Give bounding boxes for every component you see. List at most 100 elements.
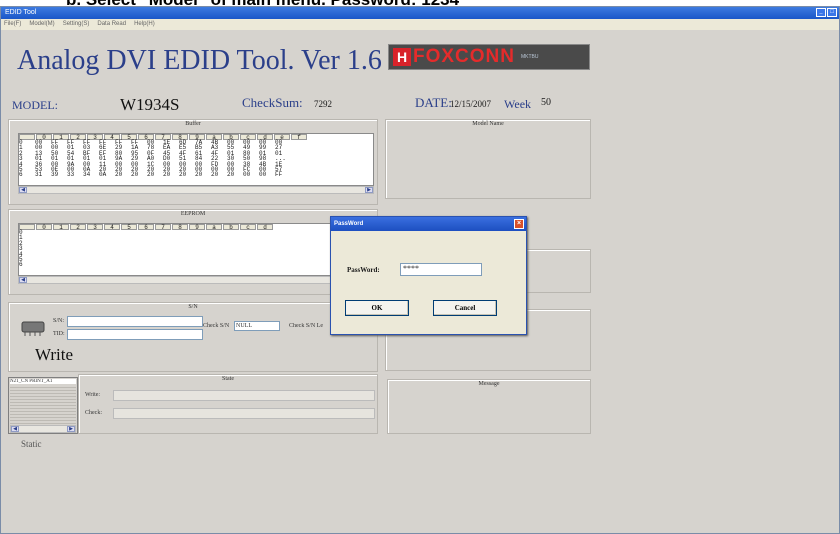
message-title: Message xyxy=(478,381,500,387)
eeprom-column-header: 7 xyxy=(155,224,171,231)
menu-bar: File(F) Model(M) Setting(S) Data Read He… xyxy=(1,19,839,30)
password-label: PassWord: xyxy=(347,266,380,274)
buffer-cell: 39 xyxy=(51,171,59,179)
buffer-title: Buffer xyxy=(185,121,201,127)
eeprom-column-header: 5 xyxy=(121,224,137,231)
menu-file[interactable]: File(F) xyxy=(4,19,21,30)
cancel-button[interactable]: Cancel xyxy=(433,300,497,316)
sn-group: S/N S/N: TID: Check S/N NULL Check S/N L… xyxy=(8,302,378,372)
buffer-row: 6 31 39 33 34 0A 20 20 20 20 20 20 20 20 00 00 FF xyxy=(19,171,373,179)
checksum-value: 7292 xyxy=(314,99,332,109)
maximize-icon[interactable]: □ xyxy=(827,8,837,17)
scroll-left-icon[interactable]: ◀ xyxy=(19,187,27,193)
buffer-group: Buffer 0 1 2 3 4 5 6 7 8 9 a b c d e f 0 00 FF FF FF FF FF FF 00… xyxy=(8,119,378,205)
buffer-cell: 20 xyxy=(211,171,219,179)
eeprom-column-header: b xyxy=(223,224,239,231)
eeprom-column-header: 6 xyxy=(138,224,154,231)
eeprom-column-header: d xyxy=(257,224,273,231)
sn-input[interactable] xyxy=(67,316,203,327)
eeprom-row: 6 xyxy=(19,261,373,269)
state-check-label: Check: xyxy=(85,410,102,416)
scroll-right-icon[interactable]: ▶ xyxy=(67,426,75,432)
app-window: EDID Tool _ □ File(F) Model(M) Setting(S… xyxy=(0,6,840,534)
eeprom-column-header: 0 xyxy=(36,224,52,231)
eeprom-group: EEPROM 0123456789abcd0123456 ◀ xyxy=(8,209,378,295)
buffer-cell: 31 xyxy=(35,171,43,179)
window-controls: _ □ xyxy=(816,8,837,18)
status-list-item[interactable]: N21_CN PRINT_A1 xyxy=(10,379,76,384)
eeprom-hscrollbar[interactable]: ◀ xyxy=(18,276,374,284)
eeprom-column-header: c xyxy=(240,224,256,231)
buffer-hscrollbar[interactable]: ◀ ▶ xyxy=(18,186,374,194)
dialog-titlebar: PassWord xyxy=(331,217,526,231)
app-title: Analog DVI EDID Tool. Ver 1.6 xyxy=(17,45,382,76)
close-icon[interactable]: × xyxy=(514,219,524,229)
dialog-title: PassWord xyxy=(334,221,364,227)
model-label: MODEL: xyxy=(12,98,58,112)
model-name-title: Model Name xyxy=(472,121,504,127)
eeprom-column-header: 8 xyxy=(172,224,188,231)
eeprom-row-index: 6 xyxy=(19,261,23,269)
buffer-cell: 00 xyxy=(259,171,267,179)
buffer-cell: 20 xyxy=(131,171,139,179)
status-list-body xyxy=(10,387,76,424)
buffer-cell: 20 xyxy=(147,171,155,179)
state-check-field xyxy=(113,408,375,419)
message-group: Message xyxy=(387,379,591,434)
date-value: 12/15/2007 xyxy=(450,99,492,109)
menu-data-read[interactable]: Data Read xyxy=(97,19,126,30)
window-titlebar: EDID Tool xyxy=(1,7,839,19)
password-dialog: PassWord × PassWord: **** OK Cancel xyxy=(330,216,527,335)
logo-text: FOXCONN xyxy=(413,46,515,67)
state-write-label: Write: xyxy=(85,392,101,398)
week-value: 50 xyxy=(541,97,551,108)
buffer-column-header: f xyxy=(291,134,307,141)
minimize-icon[interactable]: _ xyxy=(816,8,826,17)
window-title: EDID Tool xyxy=(5,9,37,16)
state-title: State xyxy=(222,376,234,382)
logo-mark-icon: H xyxy=(393,48,411,66)
sn-title: S/N xyxy=(188,304,198,310)
model-value: W1934S xyxy=(120,95,180,114)
buffer-cell: FF xyxy=(275,171,283,179)
buffer-cell: 00 xyxy=(243,171,251,179)
menu-model[interactable]: Model(M) xyxy=(29,19,54,30)
eeprom-column-header: 3 xyxy=(87,224,103,231)
menu-help[interactable]: Help(H) xyxy=(134,19,155,30)
buffer-cell: 34 xyxy=(83,171,91,179)
scroll-right-icon[interactable]: ▶ xyxy=(365,187,373,193)
buffer-cell: 0A xyxy=(99,171,107,179)
eeprom-grid[interactable]: 0123456789abcd0123456 xyxy=(18,223,374,276)
write-label: Write xyxy=(35,345,74,364)
static-label: Static xyxy=(21,439,42,449)
buffer-cell: 20 xyxy=(179,171,187,179)
logo-subtext: MKTBU xyxy=(521,54,539,60)
buffer-grid[interactable]: 0 1 2 3 4 5 6 7 8 9 a b c d e f 0 00 FF FF FF FF FF FF 00 1E 6D 7A 4… xyxy=(18,133,374,186)
date-label: DATE: xyxy=(415,95,452,110)
menu-setting[interactable]: Setting(S) xyxy=(63,19,90,30)
eeprom-column-header: 9 xyxy=(189,224,205,231)
week-label: Week xyxy=(504,97,532,111)
buffer-cell: 20 xyxy=(227,171,235,179)
tid-label: TID: xyxy=(53,331,65,337)
buffer-cell: 33 xyxy=(67,171,75,179)
tid-input[interactable] xyxy=(67,329,203,340)
scroll-left-icon[interactable]: ◀ xyxy=(19,277,27,283)
model-name-group: Model Name xyxy=(385,119,591,199)
eeprom-column-header: 4 xyxy=(104,224,120,231)
scroll-left-icon[interactable]: ◀ xyxy=(11,426,19,432)
password-input[interactable]: **** xyxy=(400,263,482,276)
buffer-cell: 20 xyxy=(115,171,123,179)
eeprom-column-header: 2 xyxy=(70,224,86,231)
buffer-row-index: 6 xyxy=(19,171,23,179)
buffer-cell: 20 xyxy=(195,171,203,179)
sn-label: S/N: xyxy=(53,318,65,324)
eeprom-column-header: a xyxy=(206,224,222,231)
foxconn-logo: H FOXCONN MKTBU xyxy=(388,44,590,70)
ok-button[interactable]: OK xyxy=(345,300,409,316)
buffer-cell: 20 xyxy=(163,171,171,179)
check-sn-value: NULL xyxy=(234,321,280,331)
status-hscrollbar[interactable]: ◀ ▶ xyxy=(10,425,76,433)
status-list[interactable]: N21_CN PRINT_A1 ◀ ▶ xyxy=(8,377,78,434)
checksum-label: CheckSum: xyxy=(242,95,303,110)
